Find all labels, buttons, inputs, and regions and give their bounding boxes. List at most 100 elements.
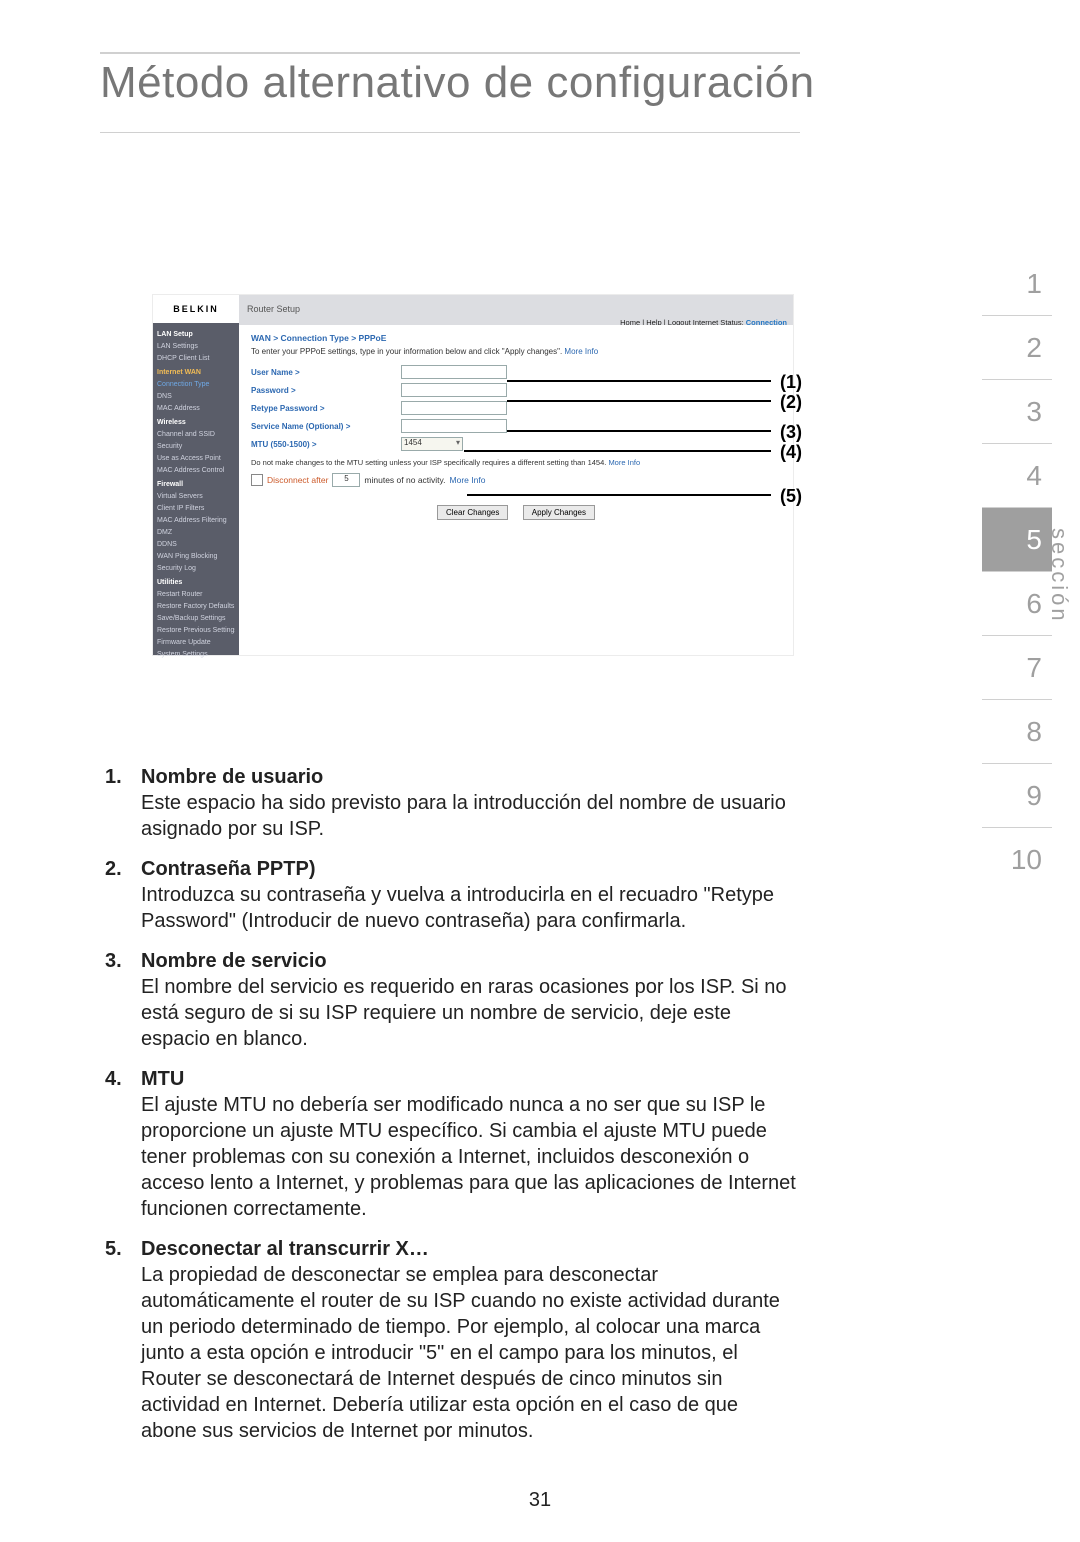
body-text: 1.Nombre de usuario Este espacio ha sido… — [105, 764, 799, 1458]
list-item-number: 5. — [105, 1236, 141, 1444]
sidebar-category[interactable]: Utilities — [157, 577, 235, 589]
apply-changes-button[interactable]: Apply Changes — [523, 505, 595, 520]
disconnect-minutes-field[interactable]: 5 — [332, 473, 360, 487]
sidebar-category[interactable]: Internet WAN — [157, 367, 235, 379]
sidebar-item[interactable]: Security Log — [157, 563, 235, 575]
router-fields: User Name > Password > Retype Password > Se… — [251, 364, 781, 452]
list-item: 4.MTUEl ajuste MTU no debería ser modifi… — [105, 1066, 799, 1222]
disconnect-checkbox[interactable] — [251, 474, 263, 486]
router-sidebar: LAN SetupLAN SettingsDHCP Client List Int… — [153, 323, 239, 655]
sidebar-item[interactable]: System Settings — [157, 649, 235, 661]
disconnect-label: Disconnect after — [267, 475, 328, 485]
sidebar-item[interactable]: DHCP Client List — [157, 353, 235, 365]
section-nav-item[interactable]: 5 — [982, 508, 1052, 572]
section-nav-item[interactable]: 1 — [982, 252, 1052, 316]
section-nav-item[interactable]: 2 — [982, 316, 1052, 380]
section-nav-item[interactable]: 7 — [982, 636, 1052, 700]
list-item-text: Contraseña PPTP)Introduzca su contraseña… — [141, 856, 799, 934]
sidebar-item[interactable]: DDNS — [157, 539, 235, 551]
list-item-number: 2. — [105, 856, 141, 934]
section-nav-item[interactable]: 10 — [982, 828, 1052, 892]
list-item-number: 3. — [105, 948, 141, 1052]
sidebar-item[interactable]: Restore Previous Settings — [157, 625, 235, 637]
sidebar-item[interactable]: Security — [157, 441, 235, 453]
list-item-text: MTUEl ajuste MTU no debería ser modifica… — [141, 1066, 799, 1222]
list-item-text: Nombre de usuario Este espacio ha sido p… — [141, 764, 799, 842]
text-input[interactable] — [401, 383, 507, 397]
section-nav-item[interactable]: 8 — [982, 700, 1052, 764]
field-label: Password > — [251, 386, 401, 395]
sidebar-item[interactable]: LAN Settings — [157, 341, 235, 353]
mtu-select[interactable]: 1454 — [401, 437, 463, 451]
section-nav-item[interactable]: 6 — [982, 572, 1052, 636]
field-label: User Name > — [251, 368, 401, 377]
section-nav-item[interactable]: 3 — [982, 380, 1052, 444]
list-item: 5.Desconectar al transcurrir X…La propie… — [105, 1236, 799, 1444]
clear-changes-button[interactable]: Clear Changes — [437, 505, 508, 520]
list-item-text: Desconectar al transcurrir X…La propieda… — [141, 1236, 799, 1444]
sidebar-item[interactable]: MAC Address — [157, 403, 235, 415]
text-input[interactable] — [401, 365, 507, 379]
disconnect-tail: minutes of no activity. — [364, 475, 445, 485]
sidebar-category[interactable]: LAN Setup — [157, 329, 235, 341]
page-number: 31 — [0, 1489, 1080, 1512]
text-input[interactable] — [401, 419, 507, 433]
list-item-heading: Nombre de usuario — [141, 764, 799, 790]
more-info-link[interactable]: More Info — [450, 475, 486, 485]
list-item: 2.Contraseña PPTP)Introduzca su contrase… — [105, 856, 799, 934]
document-page: Método alternativo de configuración 1234… — [0, 0, 1080, 1542]
sidebar-item[interactable]: MAC Address Control — [157, 465, 235, 477]
sidebar-item[interactable]: Save/Backup Settings — [157, 613, 235, 625]
section-label: sección — [1052, 528, 1080, 708]
router-field-row: MTU (550-1500) >1454 — [251, 436, 781, 452]
list-item-text: Nombre de servicioEl nombre del servicio… — [141, 948, 799, 1052]
mtu-note: Do not make changes to the MTU setting u… — [251, 458, 661, 467]
router-field-row: Service Name (Optional) > — [251, 418, 781, 434]
section-nav-item[interactable]: 9 — [982, 764, 1052, 828]
list-item-heading: Desconectar al transcurrir X… — [141, 1236, 799, 1262]
router-content: WAN > Connection Type > PPPoE To enter y… — [239, 325, 793, 655]
sidebar-item[interactable]: Firmware Update — [157, 637, 235, 649]
list-item-heading: Contraseña PPTP) — [141, 856, 799, 882]
router-field-row: Retype Password > — [251, 400, 781, 416]
text-input[interactable] — [401, 401, 507, 415]
sidebar-item[interactable]: Client IP Filters — [157, 503, 235, 515]
breadcrumb: WAN > Connection Type > PPPoE — [251, 333, 781, 343]
router-buttons: Clear Changes Apply Changes — [251, 505, 781, 520]
section-nav-item[interactable]: 4 — [982, 444, 1052, 508]
field-label: Retype Password > — [251, 404, 401, 413]
list-item-number: 1. — [105, 764, 141, 842]
sidebar-item[interactable]: DNS — [157, 391, 235, 403]
sidebar-item[interactable]: Restore Factory Defaults — [157, 601, 235, 613]
more-info-link[interactable]: More Info — [608, 458, 640, 467]
list-item-number: 4. — [105, 1066, 141, 1222]
hr-under-title — [100, 132, 800, 133]
router-screenshot: BELKIN Router Setup Home | Help | Logout… — [152, 294, 794, 656]
router-title: Router Setup — [247, 304, 300, 314]
sidebar-item[interactable]: Use as Access Point — [157, 453, 235, 465]
section-strip: 12345678910 — [982, 252, 1052, 892]
list-item-heading: Nombre de servicio — [141, 948, 799, 974]
field-label: MTU (550-1500) > — [251, 440, 401, 449]
brand-logo: BELKIN — [153, 295, 239, 323]
sidebar-category[interactable]: Firewall — [157, 479, 235, 491]
field-label: Service Name (Optional) > — [251, 422, 401, 431]
router-header: Router Setup Home | Help | Logout Intern… — [239, 295, 793, 325]
list-item: 3.Nombre de servicioEl nombre del servic… — [105, 948, 799, 1052]
list-item-heading: MTU — [141, 1066, 799, 1092]
sidebar-item[interactable]: MAC Address Filtering — [157, 515, 235, 527]
list-item: 1.Nombre de usuario Este espacio ha sido… — [105, 764, 799, 842]
intro-text: To enter your PPPoE settings, type in yo… — [251, 347, 781, 356]
sidebar-item[interactable]: WAN Ping Blocking — [157, 551, 235, 563]
disconnect-row: Disconnect after 5 minutes of no activit… — [251, 473, 781, 487]
sidebar-item[interactable]: DMZ — [157, 527, 235, 539]
sidebar-item[interactable]: Channel and SSID — [157, 429, 235, 441]
router-field-row: User Name > — [251, 364, 781, 380]
router-field-row: Password > — [251, 382, 781, 398]
sidebar-item[interactable]: Restart Router — [157, 589, 235, 601]
sidebar-category[interactable]: Wireless — [157, 417, 235, 429]
sidebar-item[interactable]: Virtual Servers — [157, 491, 235, 503]
more-info-link[interactable]: More Info — [564, 347, 598, 356]
hr-top — [100, 52, 800, 54]
sidebar-item[interactable]: Connection Type — [157, 379, 235, 391]
